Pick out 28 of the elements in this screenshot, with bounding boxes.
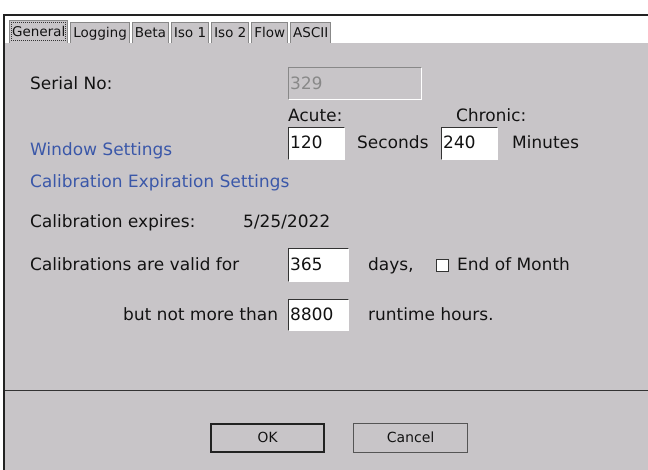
chronic-field[interactable]: 240 [441,126,498,160]
checkbox-label[interactable]: End of Month [449,255,570,275]
checkbox[interactable] [436,258,449,272]
section-heading: Window Settings [30,140,174,160]
valid-label: Calibrations are valid for [30,255,240,275]
days-field[interactable]: 365 [288,248,349,282]
tab[interactable]: Iso 2 [211,22,250,43]
expires-date: 5/25/2022 [243,212,330,232]
unit-label: days, [367,255,415,275]
tab[interactable]: ASCII [290,22,332,43]
serial-label: Serial No: [30,74,114,94]
hours-field[interactable]: 8800 [288,299,349,331]
max-label: but not more than [122,305,279,325]
tab[interactable]: General [9,20,68,43]
unit-label: runtime hours. [367,305,494,325]
acute-field[interactable]: 120 [288,126,345,160]
section-heading: Calibration Expiration Settings [30,172,290,192]
tab[interactable]: Iso 1 [170,22,210,43]
cancel-button[interactable]: Cancel [353,423,468,453]
unit-label: Seconds [356,133,430,153]
expires-label: Calibration expires: [30,212,196,232]
tab[interactable]: Logging [70,22,130,43]
chronic-label: Chronic: [456,106,526,126]
acute-label: Acute: [288,106,344,126]
unit-label: Minutes [511,133,579,153]
ok-button[interactable]: OK [210,423,325,453]
tab[interactable]: Beta [132,22,169,43]
tab[interactable]: Flow [251,22,288,43]
